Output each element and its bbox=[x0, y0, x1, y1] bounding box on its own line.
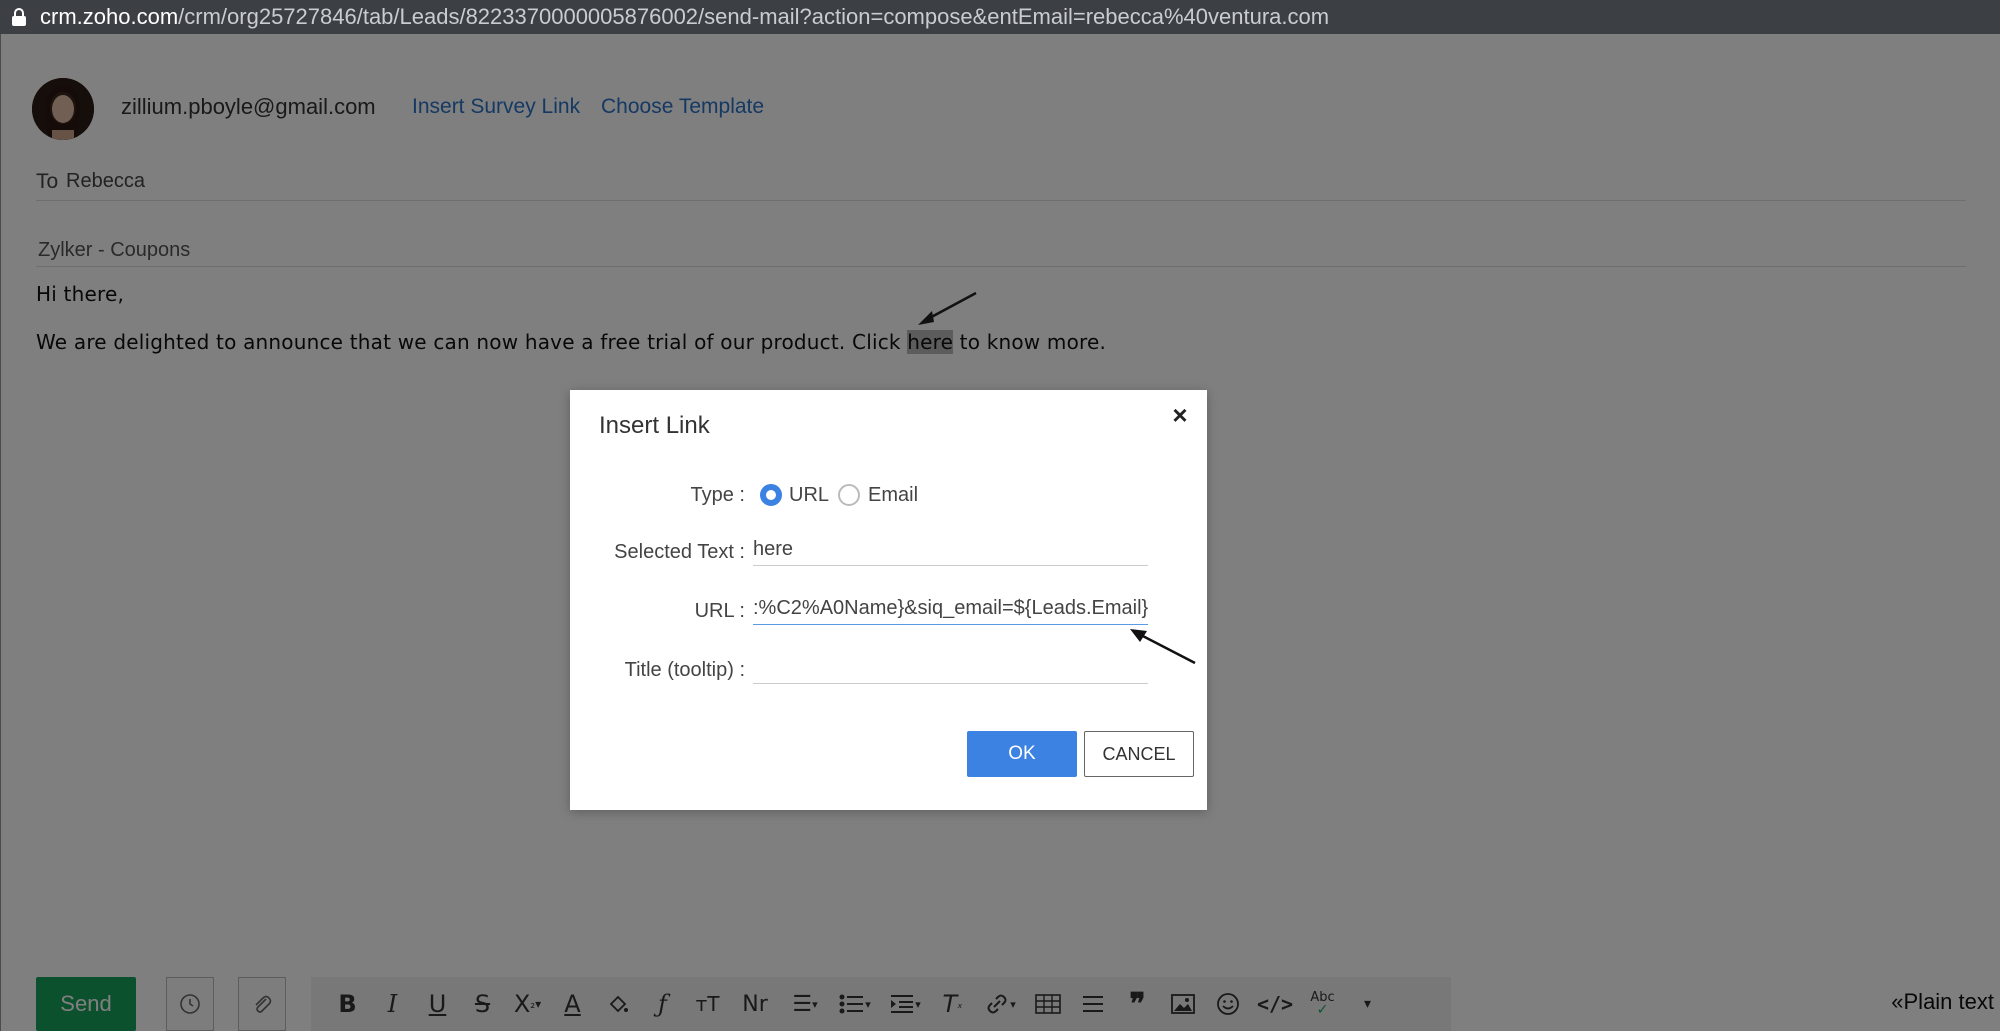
annotation-arrow-icon bbox=[1130, 629, 1196, 665]
type-label: Type : bbox=[690, 484, 745, 506]
radio-email-label[interactable]: Email bbox=[868, 484, 918, 507]
close-icon[interactable]: × bbox=[1165, 400, 1195, 430]
title-tooltip-label: Title (tooltip) : bbox=[624, 659, 745, 681]
cancel-button[interactable]: CANCEL bbox=[1084, 731, 1194, 777]
radio-url[interactable] bbox=[760, 484, 782, 506]
radio-email[interactable] bbox=[838, 484, 860, 506]
selected-text-label: Selected Text : bbox=[614, 541, 745, 563]
lock-icon bbox=[12, 8, 26, 26]
ok-button[interactable]: OK bbox=[967, 731, 1077, 777]
dialog-title: Insert Link bbox=[599, 412, 710, 439]
title-tooltip-input[interactable] bbox=[753, 654, 1148, 684]
url-path: /crm/org25727846/tab/Leads/8223370000005… bbox=[178, 4, 1330, 29]
url-input[interactable] bbox=[753, 595, 1148, 625]
selected-text-input[interactable] bbox=[753, 536, 1148, 566]
insert-link-dialog: Insert Link × Type : URL Email Selected … bbox=[570, 390, 1207, 810]
browser-address-bar[interactable]: crm.zoho.com/crm/org25727846/tab/Leads/8… bbox=[0, 0, 2000, 34]
url-label: URL : bbox=[694, 600, 745, 622]
radio-url-label[interactable]: URL bbox=[789, 484, 829, 507]
url-domain: crm.zoho.com bbox=[40, 4, 179, 29]
annotation-arrow-icon bbox=[918, 291, 977, 325]
